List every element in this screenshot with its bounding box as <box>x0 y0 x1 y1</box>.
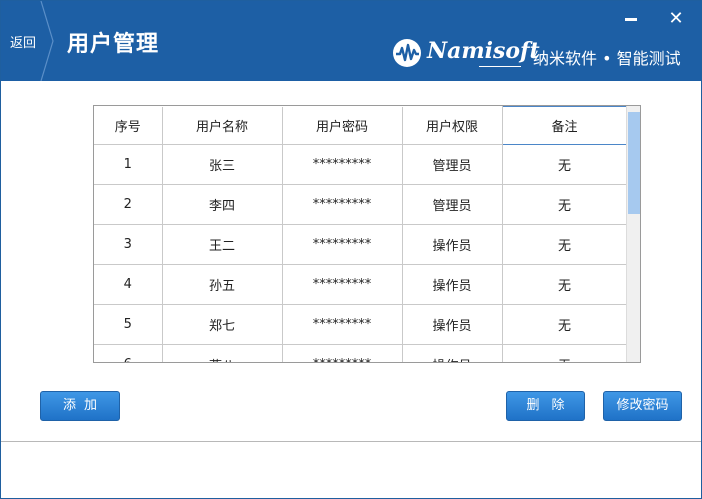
change-password-button[interactable]: 修改密码 <box>603 391 682 421</box>
scrollbar-thumb[interactable] <box>628 112 640 214</box>
footer-divider <box>1 441 701 442</box>
cell-permission: 管理员 <box>402 144 503 185</box>
cell-index: 2 <box>94 184 163 225</box>
cell-password: ********* <box>282 184 403 225</box>
cell-note: 无 <box>502 264 628 305</box>
cell-password: ********* <box>282 304 403 345</box>
column-header-index[interactable]: 序号 <box>94 106 163 145</box>
table-row[interactable]: 2 李四 ********* 管理员 无 <box>94 184 628 225</box>
column-header-username[interactable]: 用户名称 <box>162 106 283 145</box>
minimize-icon <box>625 18 637 21</box>
brand-name: Namisoft <box>427 38 540 64</box>
cell-permission: 操作员 <box>402 304 503 345</box>
back-button[interactable]: 返回 <box>1 1 54 81</box>
cell-permission: 管理员 <box>402 184 503 225</box>
brand-underline <box>479 66 521 67</box>
cell-username: 李四 <box>162 184 283 225</box>
table-header-row: 序号 用户名称 用户密码 用户权限 备注 <box>94 106 628 145</box>
cell-index: 5 <box>94 304 163 345</box>
header-bar: 返回 用户管理 ✕ Namisoft 纳米软件 • 智能测试 <box>1 1 701 81</box>
column-header-note[interactable]: 备注 <box>501 106 628 145</box>
brand-tagline: 纳米软件 • 智能测试 <box>533 49 681 68</box>
cell-password: ********* <box>282 344 403 362</box>
table-row[interactable]: 6 燕八 ********* 操作员 无 <box>94 344 628 362</box>
cell-index: 3 <box>94 224 163 265</box>
cell-permission: 操作员 <box>402 344 503 362</box>
table-row[interactable]: 5 郑七 ********* 操作员 无 <box>94 304 628 345</box>
table-row[interactable]: 3 王二 ********* 操作员 无 <box>94 224 628 265</box>
cell-index: 1 <box>94 144 163 185</box>
cell-note: 无 <box>502 344 628 362</box>
close-button[interactable]: ✕ <box>665 9 687 29</box>
table-scrollbar[interactable] <box>626 106 640 362</box>
page-title: 用户管理 <box>67 32 160 57</box>
minimize-button[interactable] <box>620 9 642 29</box>
table-row[interactable]: 1 张三 ********* 管理员 无 <box>94 144 628 185</box>
column-header-permission[interactable]: 用户权限 <box>402 106 503 145</box>
cell-note: 无 <box>502 144 628 185</box>
cell-username: 燕八 <box>162 344 283 362</box>
cell-username: 郑七 <box>162 304 283 345</box>
cell-username: 孙五 <box>162 264 283 305</box>
cell-index: 4 <box>94 264 163 305</box>
cell-index: 6 <box>94 344 163 362</box>
namisoft-logo-icon <box>393 39 421 67</box>
user-table: 序号 用户名称 用户密码 用户权限 备注 1 张三 ********* 管理员 … <box>93 105 641 363</box>
close-icon: ✕ <box>668 8 684 29</box>
cell-permission: 操作员 <box>402 264 503 305</box>
cell-password: ********* <box>282 144 403 185</box>
column-header-password[interactable]: 用户密码 <box>282 106 403 145</box>
cell-permission: 操作员 <box>402 224 503 265</box>
cell-username: 王二 <box>162 224 283 265</box>
cell-password: ********* <box>282 224 403 265</box>
add-button[interactable]: 添加 <box>40 391 120 421</box>
table-row[interactable]: 4 孙五 ********* 操作员 无 <box>94 264 628 305</box>
cell-note: 无 <box>502 224 628 265</box>
cell-username: 张三 <box>162 144 283 185</box>
delete-button[interactable]: 删除 <box>506 391 585 421</box>
cell-password: ********* <box>282 264 403 305</box>
back-label: 返回 <box>10 36 37 51</box>
cell-note: 无 <box>502 304 628 345</box>
app-window: 返回 用户管理 ✕ Namisoft 纳米软件 • 智能测试 序号 用户名称 用… <box>0 0 702 499</box>
cell-note: 无 <box>502 184 628 225</box>
